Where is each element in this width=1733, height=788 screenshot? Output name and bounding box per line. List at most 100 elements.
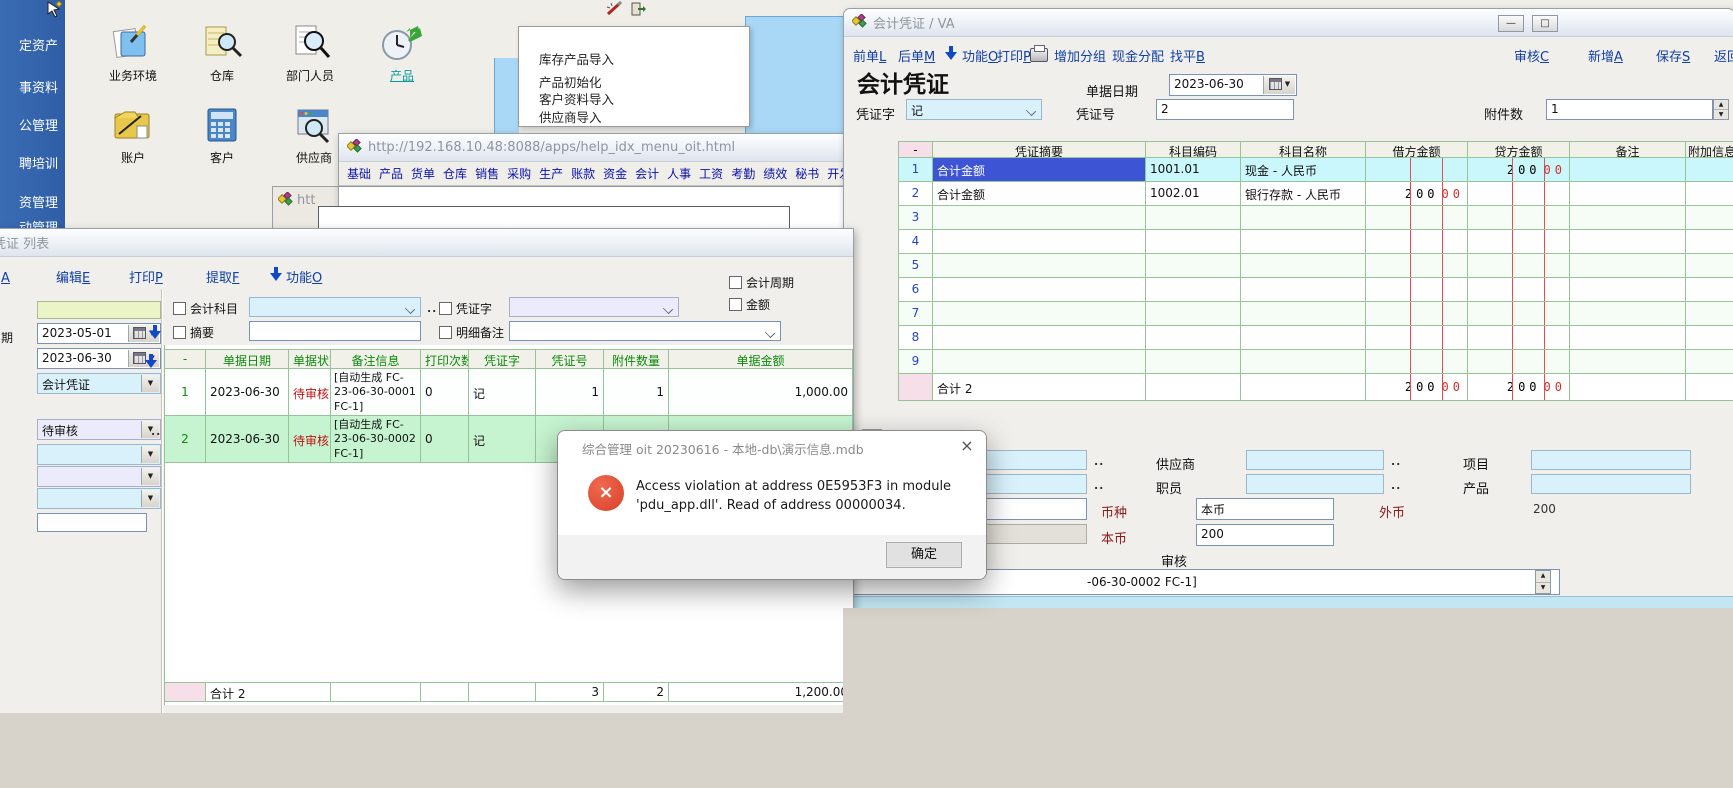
list-cell[interactable]: 待审核	[289, 416, 331, 463]
supplier-lookup-button[interactable]: ..	[1391, 455, 1401, 468]
voucher-cell[interactable]	[1146, 302, 1241, 326]
voucher-cell[interactable]	[1468, 182, 1570, 206]
voucher-cell[interactable]: 1001.01	[1146, 158, 1241, 182]
voucher-cell[interactable]	[1686, 182, 1733, 206]
voucher-cell[interactable]	[1146, 326, 1241, 350]
quick-input[interactable]	[37, 301, 161, 319]
voucher-cell[interactable]: 银行存款 - 人民币	[1241, 182, 1366, 206]
voucher-cell[interactable]	[1468, 230, 1570, 254]
dialog-titlebar[interactable]: 综合管理 oit 20230616 - 本地-db\演示信息.mdb ×	[558, 431, 986, 461]
voucher-cell[interactable]	[1146, 254, 1241, 278]
scroll-down-icon[interactable]: ▼	[1536, 583, 1550, 594]
voucher-cell[interactable]	[933, 350, 1146, 374]
voucher-cell[interactable]: 2	[898, 182, 933, 206]
voucher-cell[interactable]	[1366, 278, 1468, 302]
doc-date-input[interactable]: 2023-06-30 ▼	[1169, 74, 1297, 96]
filter-detail-note-select[interactable]	[509, 321, 781, 341]
voucher-cell[interactable]	[1366, 206, 1468, 230]
voucher-cell[interactable]	[1570, 206, 1686, 230]
popup-menu-item[interactable]: 库存产品导入	[539, 49, 614, 68]
browser-menu-item[interactable]: 基础	[347, 165, 371, 182]
employee-lookup-button[interactable]: ..	[1391, 479, 1401, 492]
print-button[interactable]: 打印P	[997, 46, 1031, 65]
voucher-cell[interactable]: 6	[898, 278, 933, 302]
voucher-cell[interactable]: 20000	[1468, 158, 1570, 182]
voucher-cell[interactable]: 9	[898, 350, 933, 374]
voucher-cell[interactable]	[1570, 302, 1686, 326]
date-to-input[interactable]: 2023-06-30 ▼	[37, 348, 161, 369]
product-input[interactable]	[1531, 474, 1691, 494]
voucher-cell[interactable]: 1002.01	[1146, 182, 1241, 206]
doc-type-select[interactable]: 会计凭证 ▼	[37, 373, 161, 394]
voucher-cell[interactable]	[1468, 278, 1570, 302]
desktop-icon-account[interactable]: 账户	[95, 106, 171, 166]
step-up-icon[interactable]: ▲	[1714, 100, 1728, 110]
sidebar-item[interactable]: 公管理	[0, 115, 58, 131]
desktop-icon-customer[interactable]: 客户	[184, 106, 260, 166]
filter-select-3[interactable]: ▼	[37, 488, 161, 509]
list-cell[interactable]: 1	[164, 369, 206, 416]
filter-input-4[interactable]	[37, 513, 147, 532]
popup-menu-item[interactable]: 供应商导入	[539, 107, 602, 126]
status-select[interactable]: 待审核 ▼	[37, 419, 161, 440]
list-cell[interactable]: 2023-06-30	[206, 416, 289, 463]
list-cell[interactable]: 2023-06-30	[206, 369, 289, 416]
minimize-button[interactable]: —	[1498, 15, 1524, 32]
list-cell[interactable]: 0	[421, 416, 469, 463]
dropdown-button[interactable]: ▼	[141, 375, 159, 392]
voucher-cell[interactable]	[933, 278, 1146, 302]
voucher-cell[interactable]	[933, 254, 1146, 278]
list-cell[interactable]: 记	[469, 369, 536, 416]
sidebar-item[interactable]: 事资料	[0, 77, 58, 93]
voucher-word-select[interactable]: 记	[906, 99, 1042, 120]
sidebar-item[interactable]: 聘培训	[0, 153, 58, 169]
desktop-icon-warehouse[interactable]: 仓库	[184, 24, 260, 84]
scroll-up-icon[interactable]: ▲	[1536, 571, 1550, 583]
voucher-cell[interactable]: 3	[898, 206, 933, 230]
browser-menu-item[interactable]: 人事	[667, 165, 691, 182]
voucher-cell[interactable]	[1241, 206, 1366, 230]
voucher-cell[interactable]: 5	[898, 254, 933, 278]
voucher-cell[interactable]: 7	[898, 302, 933, 326]
filter-summary-input[interactable]	[249, 321, 421, 341]
voucher-cell[interactable]	[1241, 326, 1366, 350]
desktop-icon-business-env[interactable]: 业务环境	[95, 24, 171, 84]
voucher-titlebar[interactable]: 会计凭证 / VA	[844, 9, 1733, 37]
filter-amount-checkbox[interactable]: 金额	[729, 296, 770, 313]
voucher-cell[interactable]	[1468, 206, 1570, 230]
status-lookup-button[interactable]: ..	[151, 425, 161, 438]
voucher-cell[interactable]	[1146, 278, 1241, 302]
browser-menu-item[interactable]: 秘书	[795, 165, 819, 182]
voucher-cell[interactable]	[1366, 158, 1468, 182]
voucher-cell[interactable]	[1686, 278, 1733, 302]
voucher-cell[interactable]	[1570, 254, 1686, 278]
browser-menu-item[interactable]: 会计	[635, 165, 659, 182]
voucher-cell[interactable]	[1241, 254, 1366, 278]
voucher-cell[interactable]	[1366, 326, 1468, 350]
currency-input[interactable]: 本币	[1196, 498, 1334, 520]
list-edit-button[interactable]: 编辑E	[56, 267, 90, 286]
browser-titlebar[interactable]: http://192.168.10.48:8088/apps/help_idx_…	[339, 134, 844, 162]
audit-button[interactable]: 审核C	[1514, 46, 1549, 65]
browser-menu-item[interactable]: 仓库	[443, 165, 467, 182]
voucher-cell[interactable]	[1686, 326, 1733, 350]
dropdown-button[interactable]: ▼	[141, 490, 159, 507]
local-amount-input[interactable]: 200	[1196, 524, 1334, 546]
calendar-dropdown-button[interactable]: ▼	[1263, 76, 1295, 94]
filter-summary-checkbox[interactable]: 摘要	[173, 324, 214, 341]
browser-menu-item[interactable]: 销售	[475, 165, 499, 182]
desktop-icon-product[interactable]: 产品	[364, 24, 440, 84]
filter-account-checkbox[interactable]: 会计科目	[173, 300, 238, 317]
sidebar-item[interactable]: 定资产	[0, 35, 58, 51]
filter-account-select[interactable]	[249, 297, 421, 317]
employee-input[interactable]	[1246, 474, 1384, 494]
printer-icon[interactable]	[1030, 48, 1048, 62]
voucher-cell[interactable]	[1468, 254, 1570, 278]
list-cell[interactable]: 1,000.00	[669, 369, 853, 416]
ok-button[interactable]: 确定	[886, 542, 962, 568]
browser-menu-item[interactable]: 工资	[699, 165, 723, 182]
filter-select-2[interactable]: ▼	[37, 466, 161, 487]
wand-tool-icon[interactable]	[605, 1, 623, 20]
list-cell[interactable]: 2	[164, 416, 206, 463]
project-input[interactable]	[1531, 450, 1691, 470]
